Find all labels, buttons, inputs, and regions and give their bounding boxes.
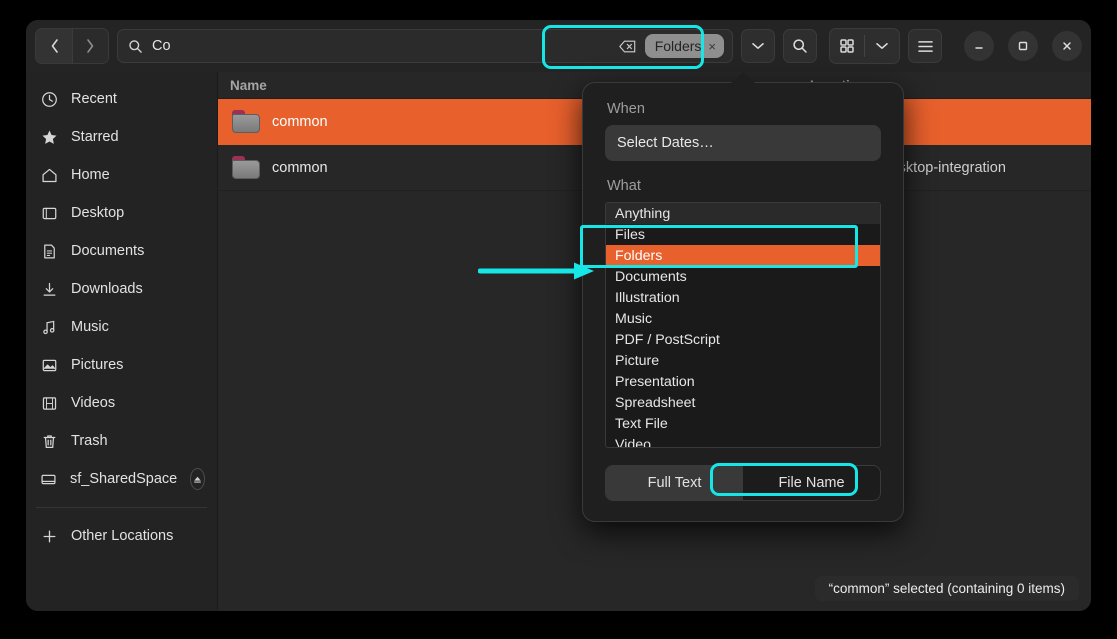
main-menu-button[interactable]	[908, 29, 942, 63]
chevron-left-icon	[49, 38, 60, 54]
search-icon	[128, 39, 143, 54]
backspace-icon[interactable]	[619, 40, 636, 53]
sidebar-item-label: Home	[71, 167, 205, 183]
full-text-button[interactable]: Full Text	[606, 466, 743, 500]
navigation-button-group	[35, 28, 109, 64]
sidebar-item-label: sf_SharedSpace	[70, 471, 177, 487]
sidebar-item-sf-sharedspace[interactable]: sf_SharedSpace	[26, 460, 217, 498]
file-name-label: common	[272, 114, 328, 130]
sidebar-item-label: Music	[71, 319, 205, 335]
desktop-icon	[40, 205, 58, 222]
window-body: Recent Starred Home Desktop	[26, 72, 1091, 611]
filter-tag-folders[interactable]: Folders ×	[645, 34, 724, 58]
sidebar-item-label: Starred	[71, 129, 205, 145]
sidebar-item-label: Recent	[71, 91, 205, 107]
video-icon	[40, 395, 58, 412]
sidebar-item-documents[interactable]: Documents	[26, 232, 217, 270]
type-option-spreadsheet[interactable]: Spreadsheet	[606, 392, 880, 413]
type-option-documents[interactable]: Documents	[606, 266, 880, 287]
trash-icon	[40, 433, 58, 450]
folder-icon	[232, 156, 260, 179]
search-icon	[792, 38, 808, 54]
what-label: What	[607, 178, 881, 194]
eject-icon	[192, 474, 203, 485]
music-icon	[40, 319, 58, 336]
search-scope-toggle: Full Text File Name	[605, 465, 881, 501]
file-name-label: common	[272, 160, 328, 176]
sidebar-item-label: Trash	[71, 433, 205, 449]
sidebar-item-label: Pictures	[71, 357, 205, 373]
star-icon	[40, 129, 58, 146]
search-input[interactable]: Co Folders ×	[117, 29, 733, 63]
download-icon	[40, 281, 58, 298]
type-option-files[interactable]: Files	[606, 224, 880, 245]
close-button[interactable]	[1052, 31, 1082, 61]
folder-icon	[232, 110, 260, 133]
close-icon	[1061, 40, 1073, 52]
type-option-music[interactable]: Music	[606, 308, 880, 329]
search-button[interactable]	[783, 29, 817, 63]
sidebar-item-music[interactable]: Music	[26, 308, 217, 346]
type-option-folders[interactable]: Folders	[606, 245, 880, 266]
filter-tag-label: Folders	[655, 38, 702, 54]
minimize-icon	[973, 40, 985, 52]
sidebar-item-trash[interactable]: Trash	[26, 422, 217, 460]
chevron-down-icon	[752, 42, 764, 50]
eject-button[interactable]	[190, 468, 205, 490]
sidebar-item-other-locations[interactable]: Other Locations	[26, 517, 217, 555]
sidebar-item-home[interactable]: Home	[26, 156, 217, 194]
type-option-picture[interactable]: Picture	[606, 350, 880, 371]
when-label: When	[607, 101, 881, 117]
search-query-text: Co	[152, 38, 171, 54]
type-option-pdf-postscript[interactable]: PDF / PostScript	[606, 329, 880, 350]
maximize-icon	[1017, 40, 1029, 52]
drive-icon	[40, 471, 57, 488]
file-name-button[interactable]: File Name	[743, 466, 880, 500]
sidebar-item-label: Videos	[71, 395, 205, 411]
maximize-button[interactable]	[1008, 31, 1038, 61]
type-option-video[interactable]: Video	[606, 434, 880, 448]
forward-button[interactable]	[72, 29, 108, 63]
chevron-right-icon	[85, 38, 96, 54]
back-button[interactable]	[36, 29, 72, 63]
select-dates-button[interactable]: Select Dates…	[605, 125, 881, 161]
sidebar-item-desktop[interactable]: Desktop	[26, 194, 217, 232]
sidebar: Recent Starred Home Desktop	[26, 72, 218, 611]
type-option-anything[interactable]: Anything	[606, 203, 880, 224]
sidebar-item-pictures[interactable]: Pictures	[26, 346, 217, 384]
minimize-button[interactable]	[964, 31, 994, 61]
files-window: Co Folders ×	[26, 20, 1091, 611]
sidebar-item-downloads[interactable]: Downloads	[26, 270, 217, 308]
sidebar-item-starred[interactable]: Starred	[26, 118, 217, 156]
search-filters: Folders ×	[619, 34, 724, 58]
type-option-text-file[interactable]: Text File	[606, 413, 880, 434]
hamburger-icon	[917, 40, 934, 53]
sidebar-item-label: Documents	[71, 243, 205, 259]
sidebar-item-label: Desktop	[71, 205, 205, 221]
sidebar-divider	[36, 507, 207, 508]
sidebar-item-recent[interactable]: Recent	[26, 80, 217, 118]
type-option-illustration[interactable]: Illustration	[606, 287, 880, 308]
picture-icon	[40, 357, 58, 374]
plus-icon	[40, 528, 58, 545]
grid-view-button[interactable]	[830, 29, 864, 63]
header-bar: Co Folders ×	[26, 20, 1091, 72]
file-type-list[interactable]: Anything Files Folders Documents Illustr…	[605, 202, 881, 448]
home-icon	[40, 167, 58, 184]
sidebar-item-label: Other Locations	[71, 528, 205, 544]
status-bar: “common” selected (containing 0 items)	[815, 576, 1079, 601]
grid-icon	[839, 38, 855, 54]
sidebar-item-videos[interactable]: Videos	[26, 384, 217, 422]
type-option-presentation[interactable]: Presentation	[606, 371, 880, 392]
search-options-dropdown-button[interactable]	[741, 29, 775, 63]
search-settings-popover: When Select Dates… What Anything Files F…	[582, 82, 904, 522]
document-icon	[40, 243, 58, 260]
view-toggle-group	[829, 28, 900, 64]
chevron-down-icon	[876, 42, 888, 50]
view-options-button[interactable]	[865, 29, 899, 63]
clock-icon	[40, 91, 58, 108]
filter-tag-remove-icon[interactable]: ×	[708, 40, 716, 53]
sidebar-item-label: Downloads	[71, 281, 205, 297]
